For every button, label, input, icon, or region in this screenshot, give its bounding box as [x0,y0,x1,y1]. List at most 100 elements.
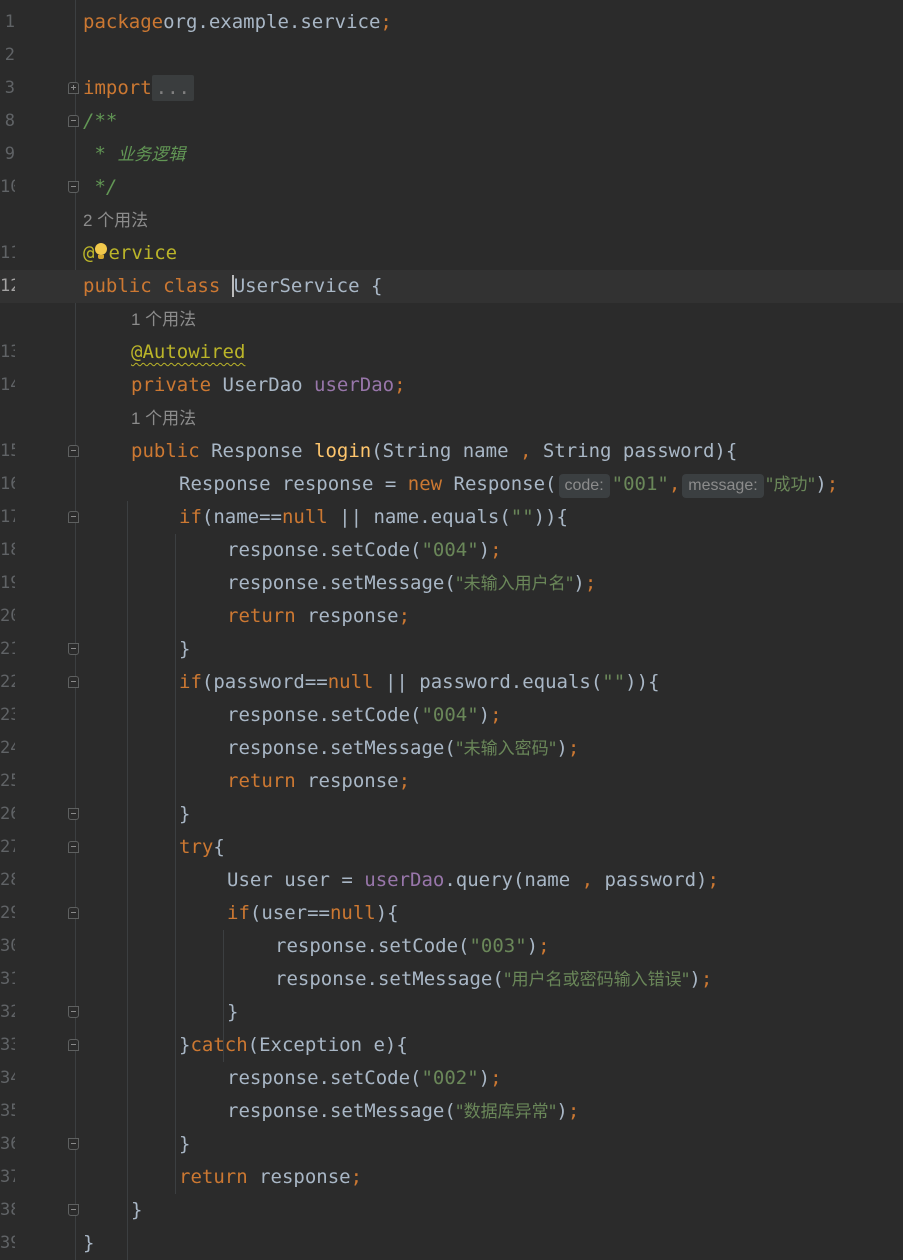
line-number[interactable]: 21 [0,633,15,666]
line-number[interactable] [0,204,15,237]
code-line[interactable]: 17 if(name==null || name.equals("")){ [0,501,903,534]
code-line[interactable]: 24 response.setMessage("未输入密码"); [0,732,903,765]
line-number[interactable]: 31 [0,963,15,996]
code-line[interactable]: 35 response.setMessage("数据库异常"); [0,1095,903,1128]
lightbulb-icon[interactable] [94,242,108,262]
code-line[interactable]: 23 response.setCode("004"); [0,699,903,732]
code-line[interactable]: 28 User user = userDao.query(name , passw… [0,864,903,897]
line-number[interactable]: 18 [0,534,15,567]
usage-count-hint[interactable]: 1 个用法 [131,303,196,336]
code-line[interactable]: 30 response.setCode("003"); [0,930,903,963]
code-line[interactable]: 1 packageorg.example.service; [0,6,903,39]
line-number[interactable]: 16 [0,468,15,501]
line-number[interactable]: 13 [0,336,15,369]
line-number[interactable]: 28 [0,864,15,897]
code-line[interactable]: 36} [0,1128,903,1161]
usage-hint-row[interactable]: 1 个用法 [0,303,903,336]
line-number[interactable]: 25 [0,765,15,798]
code-line[interactable]: 39} [0,1227,903,1260]
line-number[interactable]: 9 [0,138,15,171]
code-line[interactable]: 12 public class UserService { [0,270,903,303]
line-number[interactable]: 11 [0,237,15,270]
line-number[interactable]: 26 [0,798,15,831]
code-line[interactable]: 22 if(password==null || password.equals("… [0,666,903,699]
fold-collapse-icon[interactable] [68,181,79,193]
line-number[interactable]: 34 [0,1062,15,1095]
line-number[interactable]: 37 [0,1161,15,1194]
line-number[interactable]: 8 [0,105,15,138]
fold-collapse-icon[interactable] [68,1039,79,1051]
usage-count-hint[interactable]: 2 个用法 [83,204,148,237]
code-line[interactable]: 34 response.setCode("002"); [0,1062,903,1095]
line-number[interactable] [0,402,15,435]
code-line[interactable]: 26} [0,798,903,831]
usage-count-label[interactable]: 1 个用法 [131,310,196,329]
fold-collapse-icon[interactable] [68,511,79,523]
line-number[interactable]: 10 [0,171,15,204]
fold-collapse-icon[interactable] [68,1204,79,1216]
folded-imports[interactable]: ... [151,75,194,101]
line-number[interactable]: 20 [0,600,15,633]
code-line[interactable]: 32} [0,996,903,1029]
code-line[interactable]: 27 try{ [0,831,903,864]
fold-collapse-icon[interactable] [68,115,79,127]
line-number[interactable]: 17 [0,501,15,534]
code-line[interactable]: 29 if(user==null){ [0,897,903,930]
line-number[interactable]: 39 [0,1227,15,1260]
fold-collapse-icon[interactable] [68,445,79,457]
line-number[interactable]: 33 [0,1029,15,1062]
code-line[interactable]: 3 import... [0,72,903,105]
line-number[interactable]: 3 [0,72,15,105]
code-line[interactable]: 10 */ [0,171,903,204]
line-number[interactable]: 14 [0,369,15,402]
code-token: package [83,11,164,33]
fold-collapse-icon[interactable] [68,643,79,655]
code-line[interactable]: 33}catch(Exception e){ [0,1029,903,1062]
code-line[interactable]: 37 return response; [0,1161,903,1194]
usage-hint-row[interactable]: 1 个用法 [0,402,903,435]
line-number[interactable] [0,303,15,336]
line-number[interactable]: 15 [0,435,15,468]
line-number[interactable]: 35 [0,1095,15,1128]
line-number[interactable]: 12 [0,270,15,303]
fold-collapse-icon[interactable] [68,1138,79,1150]
code-line[interactable]: 14 private UserDao userDao; [0,369,903,402]
code-line[interactable]: 25 return response; [0,765,903,798]
line-number[interactable]: 22 [0,666,15,699]
code-line[interactable]: 15 public Response login(String name , St… [0,435,903,468]
code-line[interactable]: 38} [0,1194,903,1227]
fold-collapse-icon[interactable] [68,676,79,688]
code-line[interactable]: 20 return response; [0,600,903,633]
fold-collapse-icon[interactable] [68,1006,79,1018]
line-number[interactable]: 1 [0,6,15,39]
line-number[interactable]: 32 [0,996,15,1029]
fold-collapse-icon[interactable] [68,841,79,853]
code-editor[interactable]: 1 packageorg.example.service; 2 3 import... 8… [0,0,903,1260]
code-line[interactable]: 21} [0,633,903,666]
code-line[interactable]: 8 /** [0,105,903,138]
code-line[interactable]: 31 response.setMessage("用户名或密码输入错误"); [0,963,903,996]
code-line[interactable]: 16 Response response = new Response(code:… [0,468,903,501]
code-line[interactable]: 13 @Autowired [0,336,903,369]
line-number[interactable]: 38 [0,1194,15,1227]
line-number[interactable]: 30 [0,930,15,963]
usage-count-label[interactable]: 2 个用法 [83,211,148,230]
line-number[interactable]: 29 [0,897,15,930]
line-number[interactable]: 36 [0,1128,15,1161]
line-number[interactable]: 24 [0,732,15,765]
fold-expand-icon[interactable] [68,82,79,94]
line-number[interactable]: 19 [0,567,15,600]
usage-count-hint[interactable]: 1 个用法 [131,402,196,435]
code-line[interactable]: 9 * 业务逻辑 [0,138,903,171]
code-line[interactable]: 19 response.setMessage("未输入用户名"); [0,567,903,600]
fold-collapse-icon[interactable] [68,808,79,820]
line-number[interactable]: 27 [0,831,15,864]
code-line[interactable]: 11 @ ervice [0,237,903,270]
line-number[interactable]: 23 [0,699,15,732]
fold-collapse-icon[interactable] [68,907,79,919]
usage-hint-row[interactable]: 2 个用法 [0,204,903,237]
line-number[interactable]: 2 [0,39,15,72]
usage-count-label[interactable]: 1 个用法 [131,409,196,428]
code-line[interactable]: 18 response.setCode("004"); [0,534,903,567]
code-line[interactable]: 2 [0,39,903,72]
